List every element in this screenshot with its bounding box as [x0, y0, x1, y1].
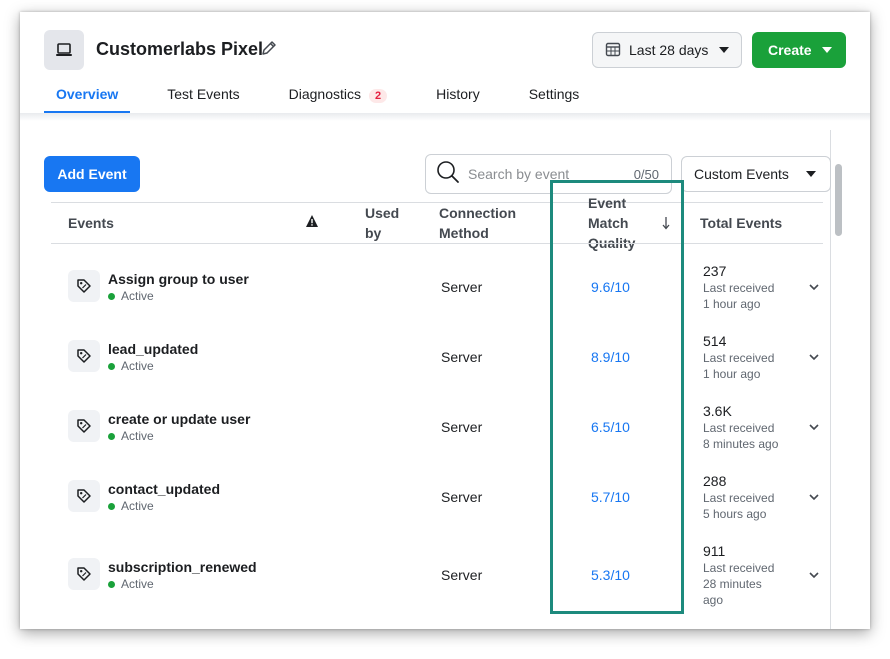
tab-test-events[interactable]: Test Events — [155, 84, 251, 114]
emq-score[interactable]: 5.7/10 — [591, 489, 630, 505]
diagnostics-count-badge: 2 — [369, 89, 388, 103]
event-name: Assign group to user — [108, 271, 249, 287]
event-name: create or update user — [108, 411, 251, 427]
col-header-total-events: Total Events — [700, 215, 783, 231]
last-received: Last received 5 hours ago — [703, 491, 775, 521]
total-events-count: 3.6K — [703, 403, 732, 419]
caret-down-icon — [822, 47, 832, 53]
col-header-connection-method: Connection Method — [439, 205, 516, 241]
tab-diagnostics[interactable]: Diagnostics 2 — [277, 84, 400, 114]
status-dot — [108, 292, 115, 300]
search-char-count: 0/50 — [633, 167, 659, 182]
app-window: Customerlabs Pixel Last 28 days Create O… — [20, 12, 870, 629]
caret-down-icon — [719, 47, 729, 53]
event-type-label: Custom Events — [694, 166, 789, 182]
connection-method: Server — [441, 419, 483, 435]
last-received: Last received 28 minutes ago — [703, 561, 775, 607]
tab-history[interactable]: History — [424, 84, 492, 114]
event-type-dropdown[interactable]: Custom Events — [681, 156, 831, 192]
connection-method: Server — [441, 349, 483, 365]
search-icon — [436, 160, 460, 189]
add-event-button[interactable]: Add Event — [44, 156, 140, 192]
date-range-label: Last 28 days — [629, 42, 709, 58]
event-name: lead_updated — [108, 341, 199, 357]
warning-icon — [305, 213, 319, 227]
event-tag-icon — [68, 410, 100, 442]
last-received: Last received 1 hour ago — [703, 351, 775, 381]
last-received: Last received 1 hour ago — [703, 281, 775, 311]
total-events-count: 288 — [703, 473, 727, 489]
event-status: Active — [108, 499, 154, 513]
event-tag-icon — [68, 480, 100, 512]
create-button-label: Create — [768, 42, 812, 58]
col-header-event-match-quality: Event Match Quality — [588, 195, 636, 251]
chevron-down-icon[interactable] — [808, 568, 820, 580]
table-row[interactable]: contact_updated Active Server 5.7/10 288… — [20, 462, 830, 532]
chevron-down-icon[interactable] — [808, 490, 820, 502]
tab-overview[interactable]: Overview — [44, 84, 131, 114]
sort-arrow-icon[interactable] — [660, 215, 670, 230]
status-dot — [108, 580, 115, 588]
table-row[interactable]: Assign group to user Active Server 9.6/1… — [20, 252, 830, 322]
tab-bar: Overview Test Events Diagnostics 2 Histor… — [44, 84, 616, 114]
create-button[interactable]: Create — [752, 32, 846, 68]
event-status: Active — [108, 289, 154, 303]
emq-score[interactable]: 5.3/10 — [591, 567, 630, 583]
laptop-icon — [44, 30, 84, 70]
table-row[interactable]: lead_updated Active Server 8.9/10 514 La… — [20, 322, 830, 392]
total-events-count: 514 — [703, 333, 727, 349]
event-name: subscription_renewed — [108, 559, 257, 575]
event-status: Active — [108, 577, 154, 591]
emq-score[interactable]: 9.6/10 — [591, 279, 630, 295]
connection-method: Server — [441, 279, 483, 295]
scrollbar[interactable] — [835, 164, 842, 236]
status-dot — [108, 502, 115, 510]
total-events-count: 911 — [703, 543, 726, 559]
event-tag-icon — [68, 558, 100, 590]
event-status: Active — [108, 359, 154, 373]
connection-method: Server — [441, 567, 483, 583]
tab-divider — [20, 113, 870, 121]
connection-method: Server — [441, 489, 483, 505]
tab-settings[interactable]: Settings — [517, 84, 592, 114]
search-input[interactable] — [468, 166, 618, 182]
panel-divider — [830, 130, 831, 629]
last-received: Last received 8 minutes ago — [703, 421, 779, 451]
table-header-border — [51, 243, 823, 244]
search-box: 0/50 — [425, 154, 672, 194]
chevron-down-icon[interactable] — [808, 280, 820, 292]
calendar-icon — [605, 41, 621, 60]
status-dot — [108, 362, 115, 370]
emq-score[interactable]: 6.5/10 — [591, 419, 630, 435]
emq-score[interactable]: 8.9/10 — [591, 349, 630, 365]
col-header-events: Events — [68, 215, 114, 231]
event-tag-icon — [68, 270, 100, 302]
caret-down-icon — [806, 171, 816, 177]
col-header-used-by: Used by — [365, 205, 400, 241]
event-tag-icon — [68, 340, 100, 372]
edit-pencil-icon[interactable] — [260, 39, 278, 57]
table-top-border — [51, 202, 823, 203]
chevron-down-icon[interactable] — [808, 420, 820, 432]
chevron-down-icon[interactable] — [808, 350, 820, 362]
status-dot — [108, 432, 115, 440]
event-name: contact_updated — [108, 481, 221, 497]
event-status: Active — [108, 429, 154, 443]
date-range-button[interactable]: Last 28 days — [592, 32, 742, 68]
page-title: Customerlabs Pixel — [96, 39, 264, 59]
total-events-count: 237 — [703, 263, 727, 279]
table-row[interactable]: subscription_renewed Active Server 5.3/1… — [20, 532, 830, 607]
table-row[interactable]: create or update user Active Server 6.5/… — [20, 392, 830, 462]
